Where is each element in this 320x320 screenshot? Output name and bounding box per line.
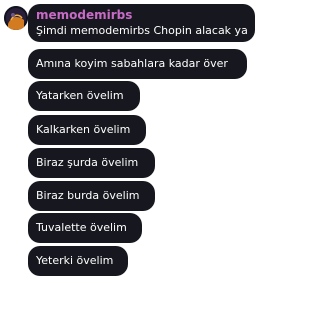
message-text: Tuvalette övelim [36, 221, 127, 234]
message-bubble: Yatarken övelim [28, 81, 140, 111]
username[interactable]: memodemirbs [36, 8, 132, 22]
message-bubble: Amına koyim sabahlara kadar över [28, 49, 247, 79]
message-bubble: Tuvalette övelim [28, 213, 142, 243]
message-bubble: Biraz şurda övelim [28, 148, 155, 178]
message-text: Şimdi memodemirbs Chopin alacak ya [36, 24, 248, 37]
avatar[interactable] [4, 6, 28, 30]
message-text: Yeterki övelim [36, 254, 114, 267]
first-message-bubble: memodemirbs Şimdi memodemirbs Chopin ala… [28, 4, 255, 42]
message-text: Biraz burda övelim [36, 189, 140, 202]
message-bubble: Yeterki övelim [28, 246, 128, 276]
message-bubble: Kalkarken övelim [28, 115, 146, 145]
profile-picture-icon [4, 6, 28, 30]
message-bubble: Biraz burda övelim [28, 181, 155, 211]
message-text: Kalkarken övelim [36, 123, 131, 136]
message-text: Amına koyim sabahlara kadar över [36, 57, 228, 70]
message-text: Biraz şurda övelim [36, 156, 139, 169]
chat-thread: memodemirbs Şimdi memodemirbs Chopin ala… [0, 0, 267, 320]
message-text: Yatarken övelim [36, 89, 124, 102]
